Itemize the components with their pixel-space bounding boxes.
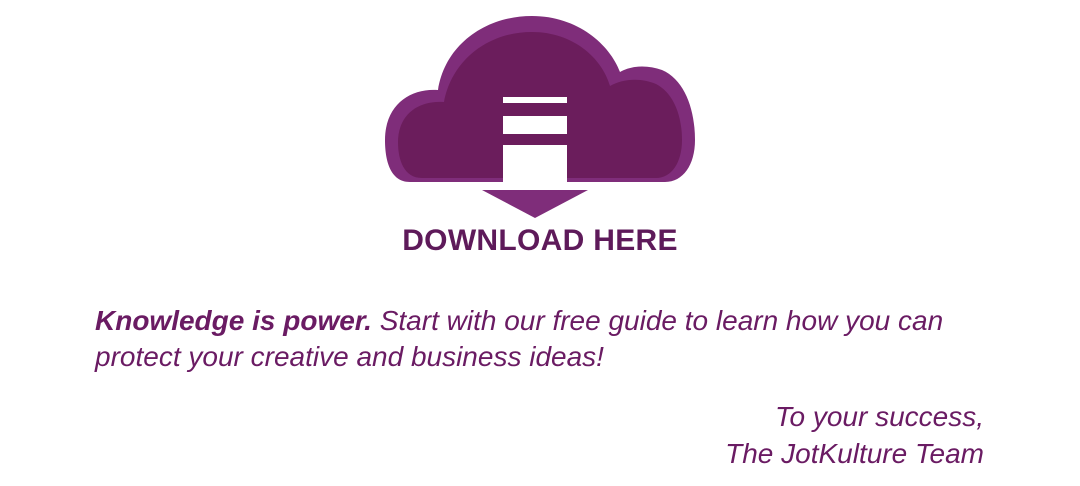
intro-paragraph: Knowledge is power. Start with our free … bbox=[95, 303, 995, 375]
cloud-download-icon bbox=[385, 16, 695, 218]
download-here-label: DOWNLOAD HERE bbox=[402, 224, 678, 257]
intro-bold-text: Knowledge is power. bbox=[95, 305, 372, 336]
download-here-button[interactable]: DOWNLOAD HERE bbox=[380, 10, 700, 270]
signoff-line-2: The JotKulture Team bbox=[725, 438, 984, 469]
signoff-line-1: To your success, bbox=[774, 401, 984, 432]
signoff: To your success, The JotKulture Team bbox=[484, 398, 984, 472]
